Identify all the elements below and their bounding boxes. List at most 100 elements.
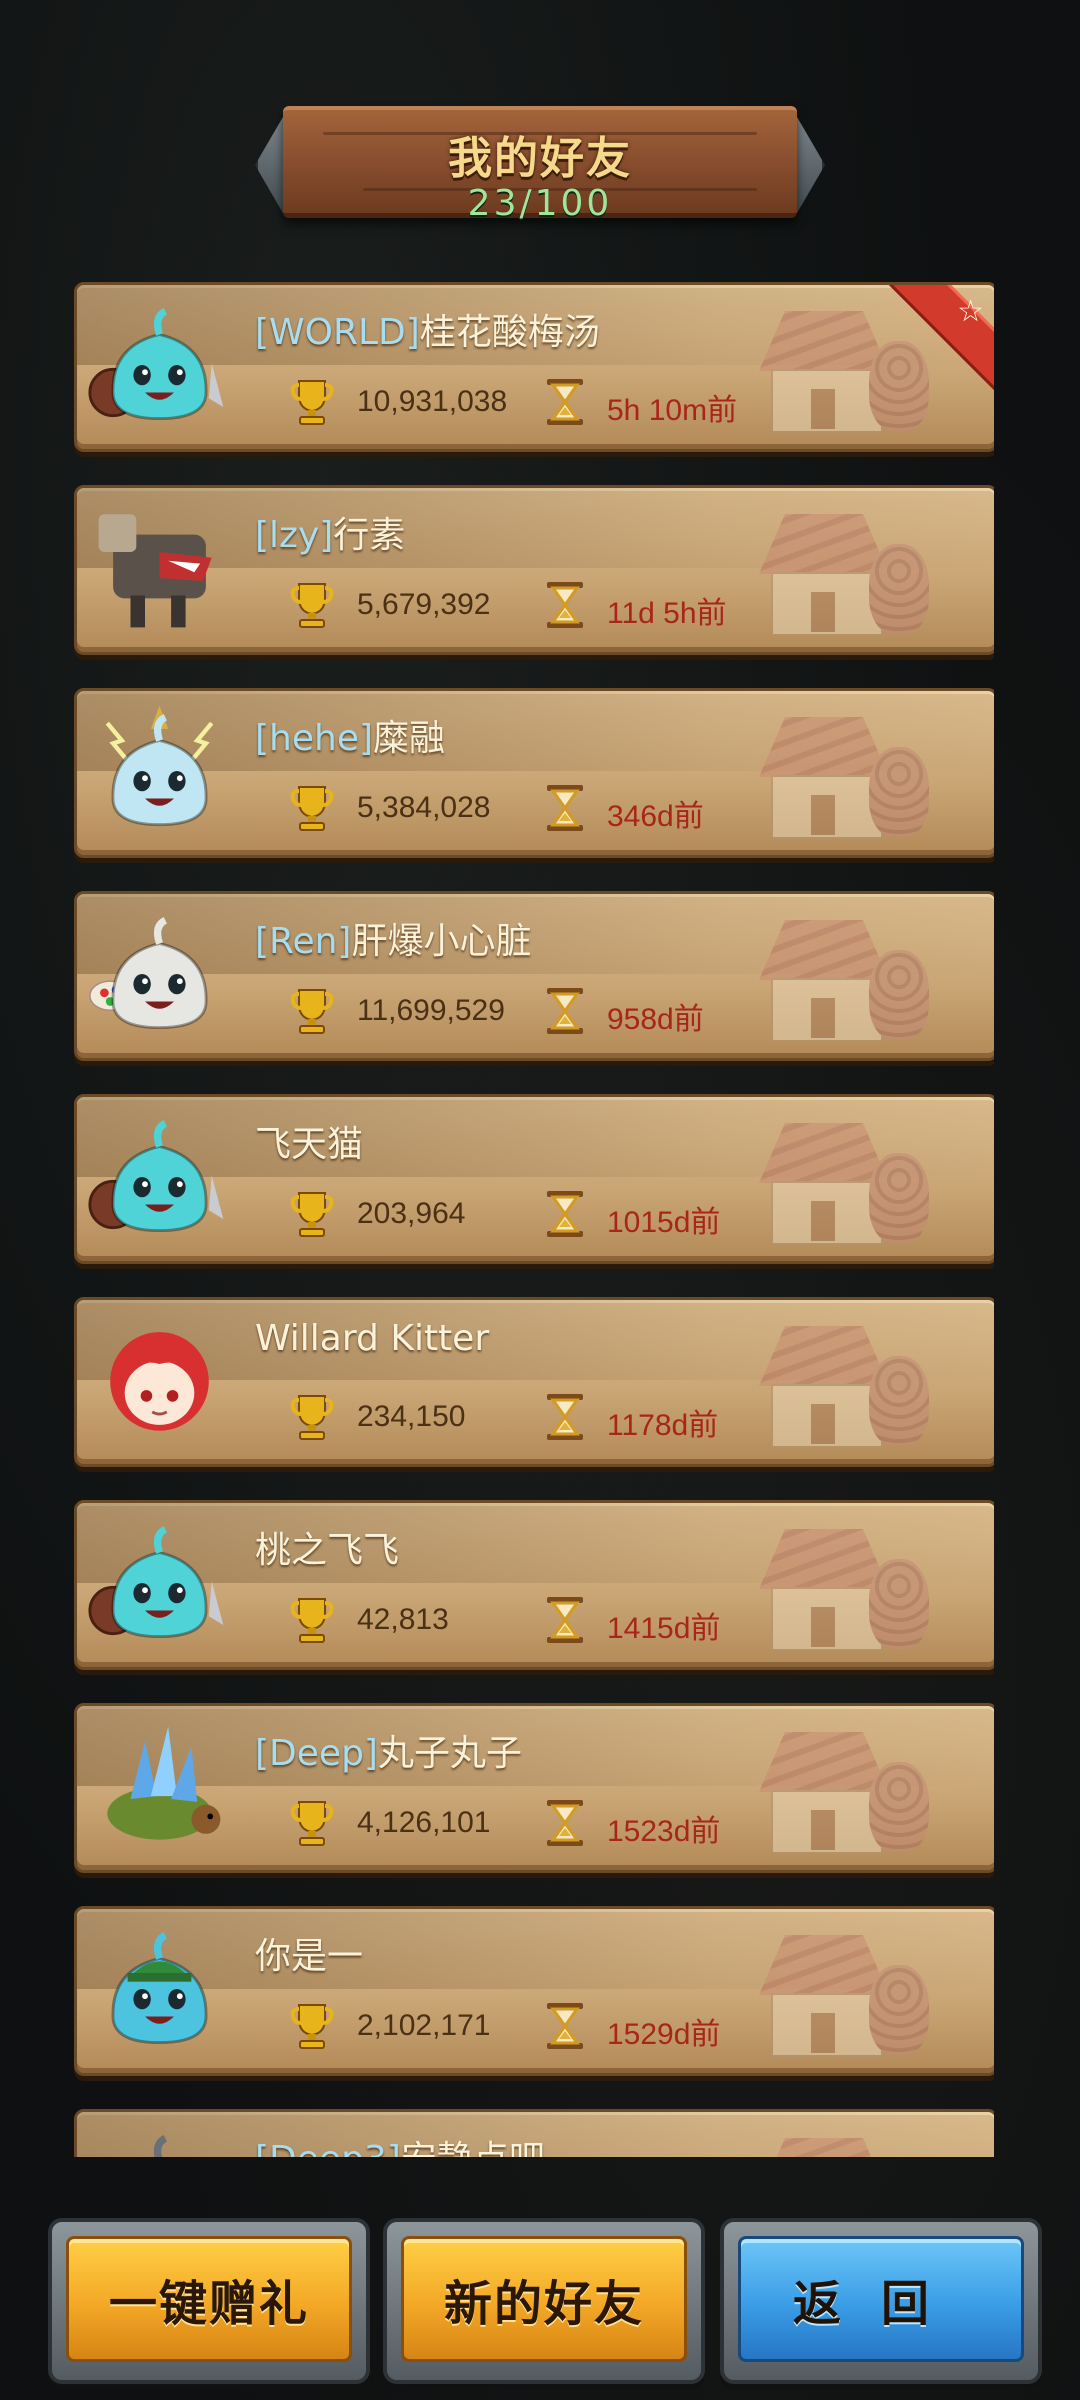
page-title: 我的好友 [448, 133, 632, 184]
guild-tag: [hehe] [255, 718, 374, 759]
friend-card[interactable]: [Deep]丸子丸子 4,126,101 1523d前 [74, 1703, 994, 1873]
house-tree [869, 1356, 929, 1446]
house-roof [759, 1326, 889, 1386]
last-seen: 5h 10m前 [607, 394, 738, 427]
player-name: 桃之飞飞 [255, 1530, 400, 1571]
house-door [811, 1404, 835, 1444]
trophy-icon [289, 2001, 335, 2051]
trophy-score: 10,931,038 [357, 385, 508, 418]
last-seen: 958d前 [607, 1003, 704, 1036]
last-seen: 1178d前 [607, 1409, 719, 1442]
painter-slime-avatar [87, 900, 232, 1045]
house-tree [869, 1559, 929, 1649]
guild-tag: [lzy] [255, 515, 334, 556]
player-name: 行素 [333, 515, 406, 556]
trophy-icon [289, 986, 335, 1036]
trophy-score: 234,150 [357, 1400, 466, 1433]
house-tree [869, 747, 929, 837]
hourglass-icon [545, 1189, 585, 1239]
friend-name: [Deep]丸子丸子 [255, 1724, 522, 1776]
player-name: 丸子丸子 [377, 1733, 522, 1774]
hourglass-icon [545, 377, 585, 427]
guild-tag: [Deep] [255, 1733, 378, 1774]
cap-slime-avatar [87, 1915, 232, 2060]
friend-name: 桃之飞飞 [255, 1521, 399, 1573]
house-roof [759, 1935, 889, 1995]
friend-name: [Deep3]安静点吧 [255, 2130, 545, 2157]
house-decoration [749, 2138, 929, 2157]
player-name: 糜融 [373, 718, 446, 759]
trophy-icon [289, 1595, 335, 1645]
trophy-score: 11,699,529 [357, 994, 505, 1027]
house-door [811, 389, 835, 429]
house-decoration [749, 514, 929, 636]
last-seen: 1415d前 [607, 1612, 721, 1645]
house-decoration [749, 1732, 929, 1854]
guild-tag: [WORLD] [255, 312, 420, 353]
house-door [811, 1201, 835, 1241]
friend-card[interactable]: [Ren]肝爆小心脏 11,699,529 958d前 [74, 891, 994, 1061]
friend-name: [lzy]行素 [255, 506, 405, 558]
player-name: 你是一 [255, 1936, 364, 1977]
house-roof [759, 514, 889, 574]
star-icon: ☆ [957, 294, 984, 329]
trophy-score: 5,679,392 [357, 588, 491, 621]
house-door [811, 1810, 835, 1850]
house-door [811, 795, 835, 835]
last-seen: 1015d前 [607, 1206, 721, 1239]
slime-avatar [87, 2118, 232, 2157]
house-roof [759, 2138, 889, 2157]
friend-card[interactable]: 桃之飞飞 42,813 1415d前 [74, 1500, 994, 1670]
last-seen: 1523d前 [607, 1815, 721, 1848]
hourglass-icon [545, 2001, 585, 2051]
mech-robot-avatar [87, 494, 232, 639]
gift-all-button[interactable]: 一键赠礼 [48, 2218, 370, 2384]
friend-name: Willard Kitter [255, 1318, 489, 1359]
friend-name: 飞天猫 [255, 1115, 363, 1167]
favorite-ribbon: ☆ [888, 285, 994, 391]
friend-card[interactable]: 飞天猫 203,964 1015d前 [74, 1094, 994, 1264]
house-roof [759, 1123, 889, 1183]
lightning-slime-avatar [87, 697, 232, 842]
guild-tag: [Deep3] [255, 2139, 401, 2157]
house-tree [869, 1965, 929, 2055]
crystal-turtle-avatar [87, 1712, 232, 1857]
friend-card[interactable]: [lzy]行素 5,679,392 11d 5h前 [74, 485, 994, 655]
player-name: 桂花酸梅汤 [419, 312, 600, 353]
house-roof [759, 717, 889, 777]
last-seen: 346d前 [607, 800, 704, 833]
friend-card[interactable]: 你是一 2,102,171 1529d前 [74, 1906, 994, 2076]
house-decoration [749, 1935, 929, 2057]
friend-card[interactable]: ☆ [WORLD]桂花酸梅汤 10,931,038 5h 10m前 [74, 282, 994, 452]
slime-knight-avatar [87, 1509, 232, 1654]
friend-card[interactable]: Willard Kitter 234,150 1178d前 [74, 1297, 994, 1467]
friend-name: [WORLD]桂花酸梅汤 [255, 303, 600, 355]
friend-card[interactable]: [hehe]糜融 5,384,028 346d前 [74, 688, 994, 858]
trophy-icon [289, 1392, 335, 1442]
player-name: Willard Kitter [255, 1318, 490, 1359]
house-roof [759, 1529, 889, 1589]
friend-name: 你是一 [255, 1927, 363, 1979]
back-button[interactable]: 返回 [720, 2218, 1042, 2384]
new-friends-button[interactable]: 新的好友 [383, 2218, 705, 2384]
last-seen: 1529d前 [607, 2018, 721, 2051]
back-label: 返回 [738, 2236, 1024, 2362]
player-name: 肝爆小心脏 [351, 921, 532, 962]
house-roof [759, 920, 889, 980]
house-roof [759, 1732, 889, 1792]
house-door [811, 2013, 835, 2053]
red-hair-girl-avatar [87, 1306, 232, 1451]
house-tree [869, 1762, 929, 1852]
player-name: 飞天猫 [255, 1124, 364, 1165]
gift-all-label: 一键赠礼 [66, 2236, 352, 2362]
friend-list[interactable]: ☆ [WORLD]桂花酸梅汤 10,931,038 5h 10m前 [lzy]行… [74, 282, 994, 2157]
player-name: 安静点吧 [401, 2139, 545, 2157]
trophy-score: 42,813 [357, 1603, 449, 1636]
house-decoration [749, 1529, 929, 1651]
trophy-score: 4,126,101 [357, 1806, 491, 1839]
hourglass-icon [545, 1392, 585, 1442]
house-decoration [749, 1326, 929, 1448]
friend-card[interactable]: [Deep3]安静点吧 [74, 2109, 994, 2157]
hourglass-icon [545, 580, 585, 630]
trophy-icon [289, 783, 335, 833]
